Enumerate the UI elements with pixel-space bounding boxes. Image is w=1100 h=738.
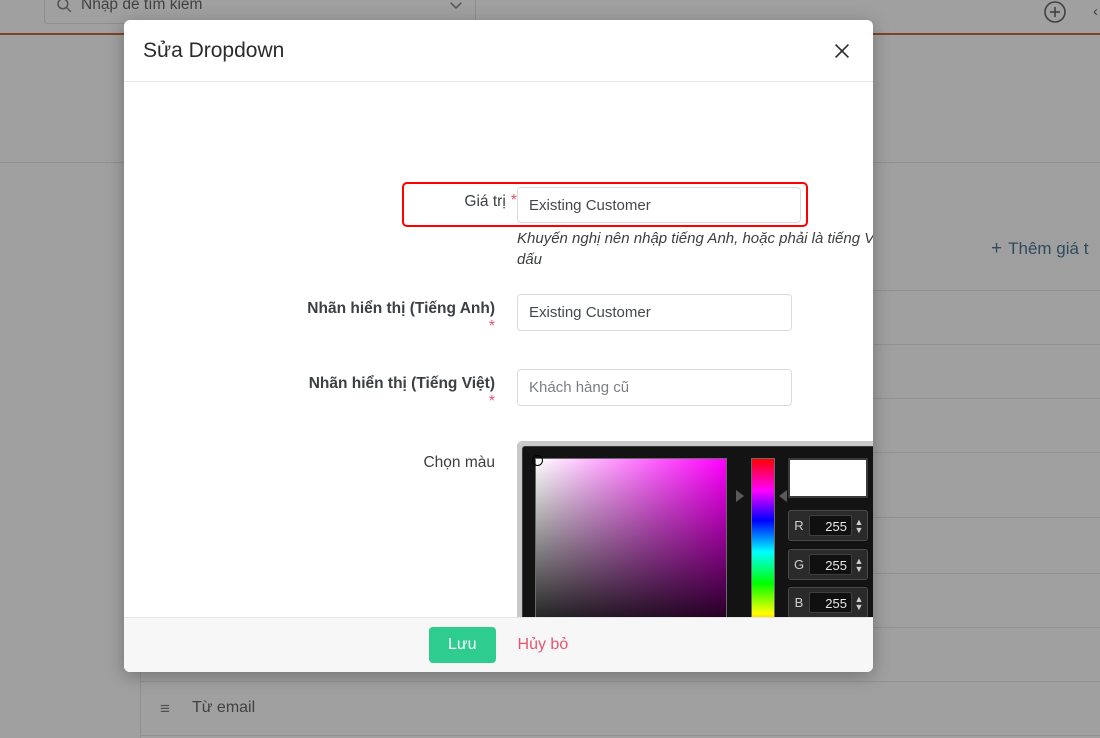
cancel-button[interactable]: Hủy bỏ bbox=[512, 635, 575, 655]
new-color-swatch[interactable] bbox=[788, 458, 868, 498]
green-label: G bbox=[793, 557, 805, 572]
color-field-label: Chọn màu bbox=[423, 454, 495, 471]
blue-value[interactable]: 255 bbox=[809, 592, 852, 613]
value-field-label: Giá trị bbox=[464, 193, 506, 210]
label-en-field-label-group: Nhãn hiển thị (Tiếng Anh) * bbox=[124, 299, 495, 336]
red-value[interactable]: 255 bbox=[809, 515, 852, 536]
edit-dropdown-dialog: Sửa Dropdown Giá trị * Khuyến nghị nên n… bbox=[124, 20, 873, 672]
green-stepper-icon[interactable]: ▲ ▼ bbox=[854, 556, 864, 573]
green-value[interactable]: 255 bbox=[809, 554, 852, 575]
value-input[interactable] bbox=[517, 187, 801, 223]
dialog-body: Giá trị * Khuyến nghị nên nhập tiếng Anh… bbox=[124, 82, 873, 658]
label-vi-field-label-group: Nhãn hiển thị (Tiếng Việt) * bbox=[124, 374, 495, 411]
saturation-cursor[interactable] bbox=[532, 455, 543, 466]
screen: Nhập để tìm kiếm ‹ Các giá + Thêm giá t bbox=[0, 0, 1100, 738]
value-field-label-group: Giá trị * bbox=[124, 192, 517, 211]
red-label: R bbox=[794, 518, 804, 533]
save-button[interactable]: Lưu bbox=[429, 627, 496, 663]
required-asterisk: * bbox=[488, 393, 495, 411]
label-en-field-label: Nhãn hiển thị (Tiếng Anh) bbox=[307, 300, 495, 317]
blue-stepper-icon[interactable]: ▲ ▼ bbox=[854, 594, 864, 611]
dialog-footer: Lưu Hủy bỏ bbox=[124, 617, 873, 672]
blue-label: B bbox=[794, 595, 804, 610]
label-en-input[interactable] bbox=[517, 294, 792, 331]
red-stepper-icon[interactable]: ▲ ▼ bbox=[854, 517, 864, 534]
color-field-label-group: Chọn màu bbox=[124, 453, 495, 472]
hue-marker-right-icon bbox=[779, 490, 787, 502]
dialog-header: Sửa Dropdown bbox=[124, 20, 873, 82]
blue-field[interactable]: B 255 ▲ ▼ bbox=[788, 587, 868, 618]
dialog-title: Sửa Dropdown bbox=[143, 38, 285, 62]
required-asterisk: * bbox=[488, 318, 495, 336]
hue-marker-left-icon bbox=[736, 490, 744, 502]
value-field-helper-text: Khuyến nghị nên nhập tiếng Anh, hoặc phả… bbox=[517, 230, 873, 269]
label-vi-input[interactable] bbox=[517, 369, 792, 406]
green-field[interactable]: G 255 ▲ ▼ bbox=[788, 549, 868, 580]
label-vi-field-label: Nhãn hiển thị (Tiếng Việt) bbox=[308, 375, 495, 392]
red-field[interactable]: R 255 ▲ ▼ bbox=[788, 510, 868, 541]
close-icon[interactable] bbox=[827, 36, 857, 66]
